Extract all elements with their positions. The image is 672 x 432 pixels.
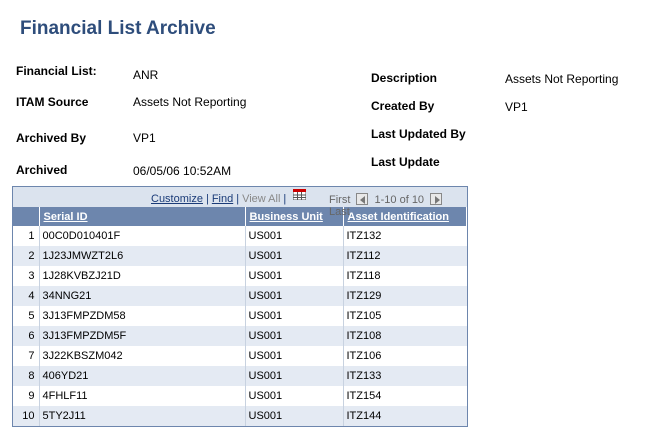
created-by-value: VP1 [505,100,528,114]
asset-identification-cell: ITZ154 [342,386,467,406]
table-row: 4 34NNG21 US001 ITZ129 [13,286,467,306]
table-row: 2 1J23JMWZT2L6 US001 ITZ112 [13,246,467,266]
business-unit-cell: US001 [244,306,343,326]
asset-identification-cell: ITZ129 [342,286,467,306]
archived-by-label: Archived By [16,131,87,145]
asset-identification-cell: ITZ132 [342,226,467,246]
financial-list-value: ANR [133,68,159,82]
serial-id-sort-link[interactable]: Serial ID [44,211,88,223]
serial-id-cell: 1J23JMWZT2L6 [38,246,245,266]
asset-identification-cell: ITZ105 [342,306,467,326]
serial-id-header[interactable]: Serial ID [39,207,246,226]
serial-id-cell: 00C0D010401F [38,226,245,246]
description-value: Assets Not Reporting [505,72,619,86]
table-row: 8 406YD21 US001 ITZ133 [13,366,467,386]
business-unit-cell: US001 [244,346,343,366]
row-number: 9 [13,386,39,406]
row-number-header [13,207,40,226]
find-link[interactable]: Find [212,193,233,205]
customize-link[interactable]: Customize [151,193,203,205]
serial-id-cell: 1J28KVBZJ21D [38,266,245,286]
serial-id-cell: 3J13FMPZDM58 [38,306,245,326]
row-number: 1 [13,226,39,246]
row-number: 8 [13,366,39,386]
itam-source-label: ITAM Source [16,95,89,109]
row-number: 2 [13,246,39,266]
business-unit-sort-link[interactable]: Business Unit [250,211,323,223]
last-updated-by-label: Last Updated By [371,127,466,141]
row-number: 10 [13,406,39,426]
archive-table: Serial ID Business Unit Asset Identifica… [13,207,467,426]
serial-id-cell: 5TY2J11 [38,406,245,426]
asset-identification-cell: ITZ133 [342,366,467,386]
asset-identification-cell: ITZ106 [342,346,467,366]
row-number: 4 [13,286,39,306]
business-unit-cell: US001 [244,226,343,246]
serial-id-cell: 34NNG21 [38,286,245,306]
row-number: 7 [13,346,39,366]
itam-source-value: Assets Not Reporting [133,95,247,109]
asset-identification-cell: ITZ108 [342,326,467,346]
grid-download-icon[interactable] [292,188,307,201]
business-unit-cell: US001 [244,406,343,426]
business-unit-cell: US001 [244,366,343,386]
financial-list-label: Financial List: [16,64,97,78]
business-unit-cell: US001 [244,266,343,286]
description-label: Description [371,71,438,85]
view-all-link[interactable]: View All [242,193,280,205]
row-number: 5 [13,306,39,326]
row-number: 6 [13,326,39,346]
last-update-label: Last Update [371,155,440,169]
table-row: 7 3J22KBSZM042 US001 ITZ106 [13,346,467,366]
business-unit-cell: US001 [244,286,343,306]
first-label: First [329,194,351,206]
row-number: 3 [13,266,39,286]
serial-id-cell: 3J13FMPZDM5F [38,326,245,346]
serial-id-cell: 406YD21 [38,366,245,386]
business-unit-cell: US001 [244,386,343,406]
business-unit-cell: US001 [244,246,343,266]
table-row: 5 3J13FMPZDM58 US001 ITZ105 [13,306,467,326]
table-row: 6 3J13FMPZDM5F US001 ITZ108 [13,326,467,346]
grid-navigation-bar: Customize | Find | View All | First 1-10 of 1… [13,187,467,218]
archived-value: 06/05/06 10:52AM [133,164,232,178]
archive-grid: Customize | Find | View All | First 1-10 of 1… [12,186,468,427]
next-arrow-icon[interactable] [430,193,443,205]
previous-arrow-icon[interactable] [356,193,369,205]
asset-identification-cell: ITZ118 [342,266,467,286]
asset-identification-cell: ITZ144 [342,406,467,426]
archived-label: Archived [16,163,68,177]
table-row: 10 5TY2J11 US001 ITZ144 [13,406,467,426]
created-by-label: Created By [371,99,435,113]
table-row: 3 1J28KVBZJ21D US001 ITZ118 [13,266,467,286]
table-row: 9 4FHLF11 US001 ITZ154 [13,386,467,406]
last-label: Last [329,206,350,218]
serial-id-cell: 3J22KBSZM042 [38,346,245,366]
page-title: Financial List Archive [20,18,216,39]
row-range-label: 1-10 of 10 [374,194,425,206]
archived-by-value: VP1 [133,131,156,145]
serial-id-cell: 4FHLF11 [38,386,245,406]
business-unit-cell: US001 [244,326,343,346]
asset-identification-cell: ITZ112 [342,246,467,266]
table-row: 1 00C0D010401F US001 ITZ132 [13,226,467,246]
